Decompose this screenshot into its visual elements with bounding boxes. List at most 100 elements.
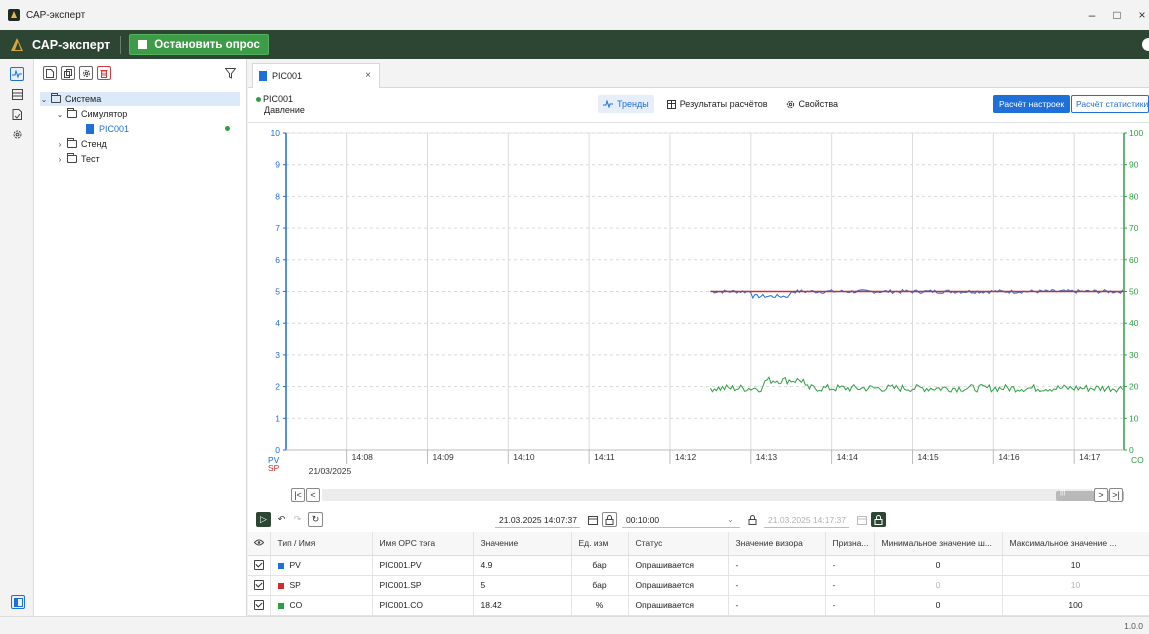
- app-name: САР-эксперт: [32, 37, 111, 52]
- visible-checkbox[interactable]: [253, 580, 264, 591]
- lock-end-icon[interactable]: [871, 512, 886, 527]
- lock-start-icon[interactable]: [602, 512, 617, 527]
- tree-item-test[interactable]: › Тест: [40, 152, 240, 166]
- lock-interval-icon[interactable]: [745, 512, 760, 527]
- calc-tuning-button[interactable]: Расчёт настроек: [993, 95, 1071, 113]
- cell-value: 4.9: [480, 560, 493, 570]
- theme-toggle-icon[interactable]: [1142, 38, 1149, 51]
- column-header[interactable]: Минимальное значение ш...: [874, 532, 1003, 556]
- tag-name: PIC001: [263, 94, 294, 104]
- column-header[interactable]: Значение визора: [728, 532, 826, 556]
- tree-item-pic001[interactable]: PIC001: [40, 122, 240, 136]
- tab-properties[interactable]: Свойства: [781, 95, 844, 113]
- column-header[interactable]: Тип / Имя: [270, 532, 373, 556]
- x-axis-tick-label: 14:13: [756, 452, 778, 462]
- calc-statistics-button[interactable]: Расчёт статистики: [1071, 95, 1149, 113]
- tree-item-simulator[interactable]: ⌄ Симулятор: [40, 107, 240, 121]
- cell-value: Опрашивается: [635, 580, 694, 590]
- chevron-right-icon[interactable]: ›: [56, 155, 64, 164]
- column-header[interactable]: Максимальное значение ...: [1002, 532, 1149, 556]
- close-tab-icon[interactable]: ×: [365, 70, 371, 81]
- table-cell: PIC001.CO: [372, 595, 474, 616]
- tag-file-icon: [259, 71, 267, 81]
- table-cell: %: [571, 595, 629, 616]
- scroll-start-button[interactable]: |<: [291, 488, 305, 502]
- trend-chart[interactable]: 012345678910010203040506070809010014:08 1…: [248, 123, 1149, 483]
- tree-item-label: Система: [65, 94, 102, 104]
- right-axis-tick-label: 90: [1129, 160, 1139, 170]
- minimize-button[interactable]: –: [1082, 8, 1102, 22]
- column-header[interactable]: Статус: [628, 532, 729, 556]
- cell-value: SP: [289, 580, 301, 590]
- start-date-field[interactable]: 21.03.2025 14:07:37: [495, 512, 580, 528]
- new-file-icon[interactable]: [43, 66, 57, 80]
- table-cell: 5: [473, 575, 572, 596]
- interval-select[interactable]: 00:10:00 ⌄: [622, 512, 740, 528]
- folder-icon: [67, 138, 77, 148]
- close-window-button[interactable]: ×: [1132, 8, 1149, 22]
- cell-value: PIC001.SP: [379, 580, 422, 590]
- table-cell: 0: [874, 575, 1003, 596]
- chevron-right-icon[interactable]: ›: [56, 140, 64, 149]
- scroll-end-button[interactable]: >|: [1109, 488, 1123, 502]
- main-panel: PIC001 Давление Тренды Результаты расчёт…: [248, 88, 1149, 616]
- table-row[interactable]: CO PIC001.CO 18.42% Опрашивается - - 0 100: [248, 595, 1149, 616]
- cell-value: бар: [592, 560, 607, 570]
- left-axis-tick-label: 10: [271, 128, 281, 138]
- table-row[interactable]: PV PIC001.PV 4.9 бар Опрашивается - - 0 10: [248, 555, 1149, 576]
- maximize-button[interactable]: □: [1107, 8, 1127, 22]
- folder-icon: [67, 153, 77, 163]
- column-header[interactable]: Призна...: [825, 532, 875, 556]
- scroll-right-button[interactable]: >: [1094, 488, 1108, 502]
- undo-icon[interactable]: ↶: [274, 512, 289, 527]
- refresh-icon[interactable]: ↻: [308, 512, 323, 527]
- tab-pic001[interactable]: PIC001 ×: [252, 63, 380, 88]
- chart-controls: ▷ ↶ ↷ ↻ 21.03.2025 14:07:37 00:10:00 ⌄ 2…: [248, 512, 1149, 530]
- table-cell: PIC001.PV: [372, 555, 474, 576]
- column-header[interactable]: Значение: [473, 532, 572, 556]
- x-axis-date-label: 21/03/2025: [309, 466, 352, 476]
- settings-icon[interactable]: [79, 66, 93, 80]
- visibility-column-header[interactable]: [248, 532, 271, 556]
- tree-item-label: Стенд: [81, 139, 107, 149]
- chevron-down-icon[interactable]: ⌄: [40, 95, 48, 104]
- table-rail-icon[interactable]: [10, 87, 24, 101]
- calendar-icon[interactable]: [585, 512, 600, 527]
- tab-results[interactable]: Результаты расчётов: [662, 95, 773, 113]
- copy-icon[interactable]: [61, 66, 75, 80]
- column-header[interactable]: Имя OPC тэга: [372, 532, 474, 556]
- table-cell: -: [825, 575, 875, 596]
- redo-icon[interactable]: ↷: [290, 512, 305, 527]
- left-axis-tick-label: 4: [275, 318, 280, 328]
- end-date-field[interactable]: 21.03.2025 14:17:37: [764, 512, 849, 528]
- cell-value: -: [832, 580, 836, 590]
- visible-checkbox[interactable]: [253, 600, 264, 611]
- cell-value: CO: [289, 600, 303, 610]
- right-axis-tick-label: 70: [1129, 223, 1139, 233]
- play-button[interactable]: ▷: [256, 512, 271, 527]
- table-cell: Опрашивается: [628, 575, 729, 596]
- panel-toggle-icon[interactable]: [11, 595, 25, 609]
- chart-scrollbar[interactable]: [322, 489, 1124, 501]
- table-cell: 18.42: [473, 595, 572, 616]
- gear-icon: [786, 100, 794, 108]
- trends-rail-icon[interactable]: [10, 67, 24, 81]
- tag-description: Давление: [264, 105, 305, 115]
- table-cell: SP: [270, 575, 373, 596]
- visible-checkbox[interactable]: [253, 560, 264, 571]
- stop-polling-label: Остановить опрос: [154, 38, 260, 51]
- stop-polling-button[interactable]: Остановить опрос: [129, 34, 269, 55]
- chevron-down-icon[interactable]: ⌄: [56, 110, 64, 119]
- calendar-icon[interactable]: [854, 512, 869, 527]
- tree-item-system[interactable]: ⌄ Система: [40, 92, 240, 106]
- tab-trends[interactable]: Тренды: [598, 95, 654, 113]
- report-rail-icon[interactable]: [10, 107, 24, 121]
- left-axis-tick-label: 7: [275, 223, 280, 233]
- scroll-left-button[interactable]: <: [306, 488, 320, 502]
- tree-item-stand[interactable]: › Стенд: [40, 137, 240, 151]
- delete-icon[interactable]: [97, 66, 111, 80]
- table-row[interactable]: SP PIC001.SP 5 бар Опрашивается - - 0 10: [248, 575, 1149, 596]
- column-header[interactable]: Ед. изм: [571, 532, 629, 556]
- filter-icon[interactable]: [223, 66, 237, 80]
- settings-rail-icon[interactable]: [10, 127, 24, 141]
